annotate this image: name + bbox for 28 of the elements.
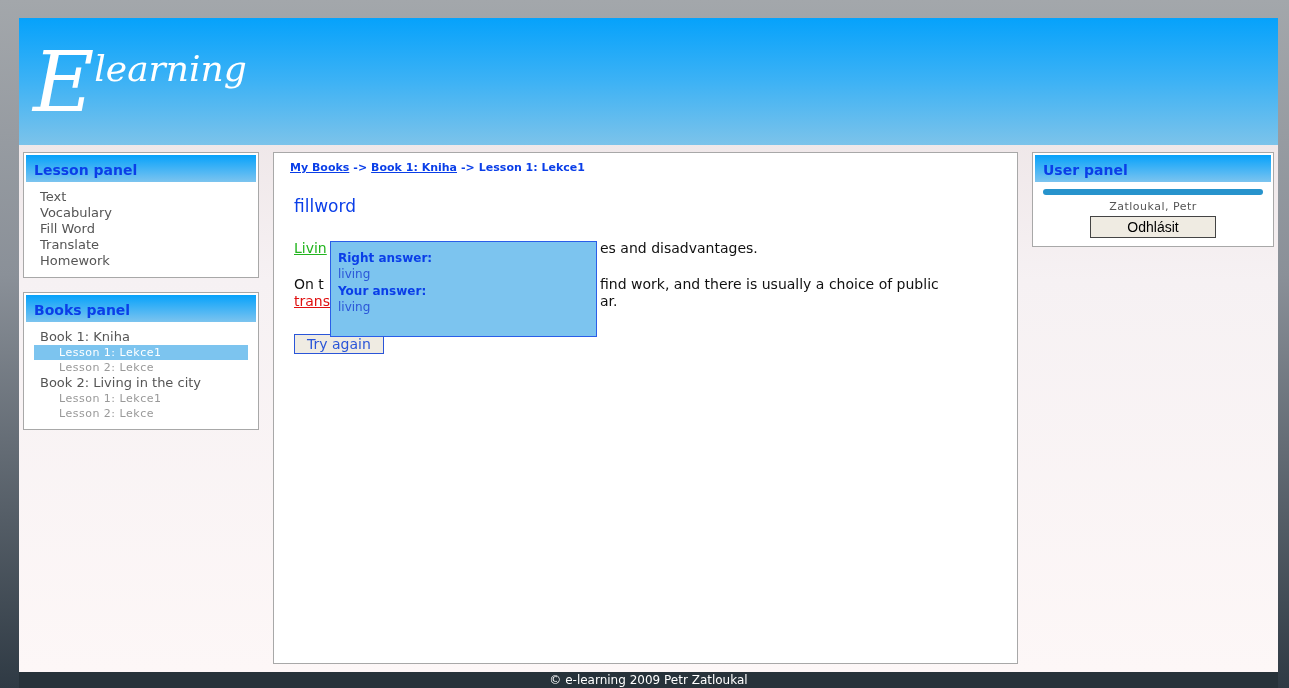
breadcrumb-link[interactable]: My Books xyxy=(290,161,350,174)
tooltip-label: Right answer: xyxy=(338,250,434,266)
breadcrumb-current: Lesson 1: Lekce1 xyxy=(478,161,585,174)
lesson-menu-item[interactable]: Homework xyxy=(26,253,256,269)
sentence-text: find work, and there is usually a choice of public xyxy=(600,276,939,293)
lesson-menu-item[interactable]: Fill Word xyxy=(26,221,256,237)
sentence-text: ar. xyxy=(600,293,618,310)
exercise-title: fillword xyxy=(294,196,357,216)
panel-title: Books panel xyxy=(26,295,256,322)
lesson-menu-item[interactable]: Vocabulary xyxy=(26,205,256,221)
breadcrumb-link[interactable]: Book 1: Kniha xyxy=(371,161,457,174)
panel-title: User panel xyxy=(1035,155,1271,182)
tooltip-value: living xyxy=(338,266,372,283)
panel-title: Lesson panel xyxy=(26,155,256,182)
lesson-menu-item[interactable]: Translate xyxy=(26,237,256,253)
filled-answer[interactable]: trans xyxy=(294,293,330,310)
lesson-menu-item[interactable]: Text xyxy=(26,189,256,205)
tooltip-label: Your answer: xyxy=(338,283,428,299)
sentence-text: es and disadvantages. xyxy=(600,240,758,257)
tooltip-value: living xyxy=(338,299,372,315)
user-name: Zatloukal, Petr xyxy=(1108,200,1198,213)
book-item[interactable]: Book 1: Kniha xyxy=(26,329,256,345)
footer-text: © e-learning 2009 Petr Zatloukal xyxy=(19,672,1278,688)
book-item[interactable]: Book 2: Living in the city xyxy=(26,375,256,391)
sentence-text: On t xyxy=(294,276,324,293)
breadcrumb-separator: -> xyxy=(353,161,368,174)
breadcrumb-separator: -> xyxy=(461,161,475,174)
logout-button[interactable]: Odhlásit xyxy=(1090,216,1216,238)
